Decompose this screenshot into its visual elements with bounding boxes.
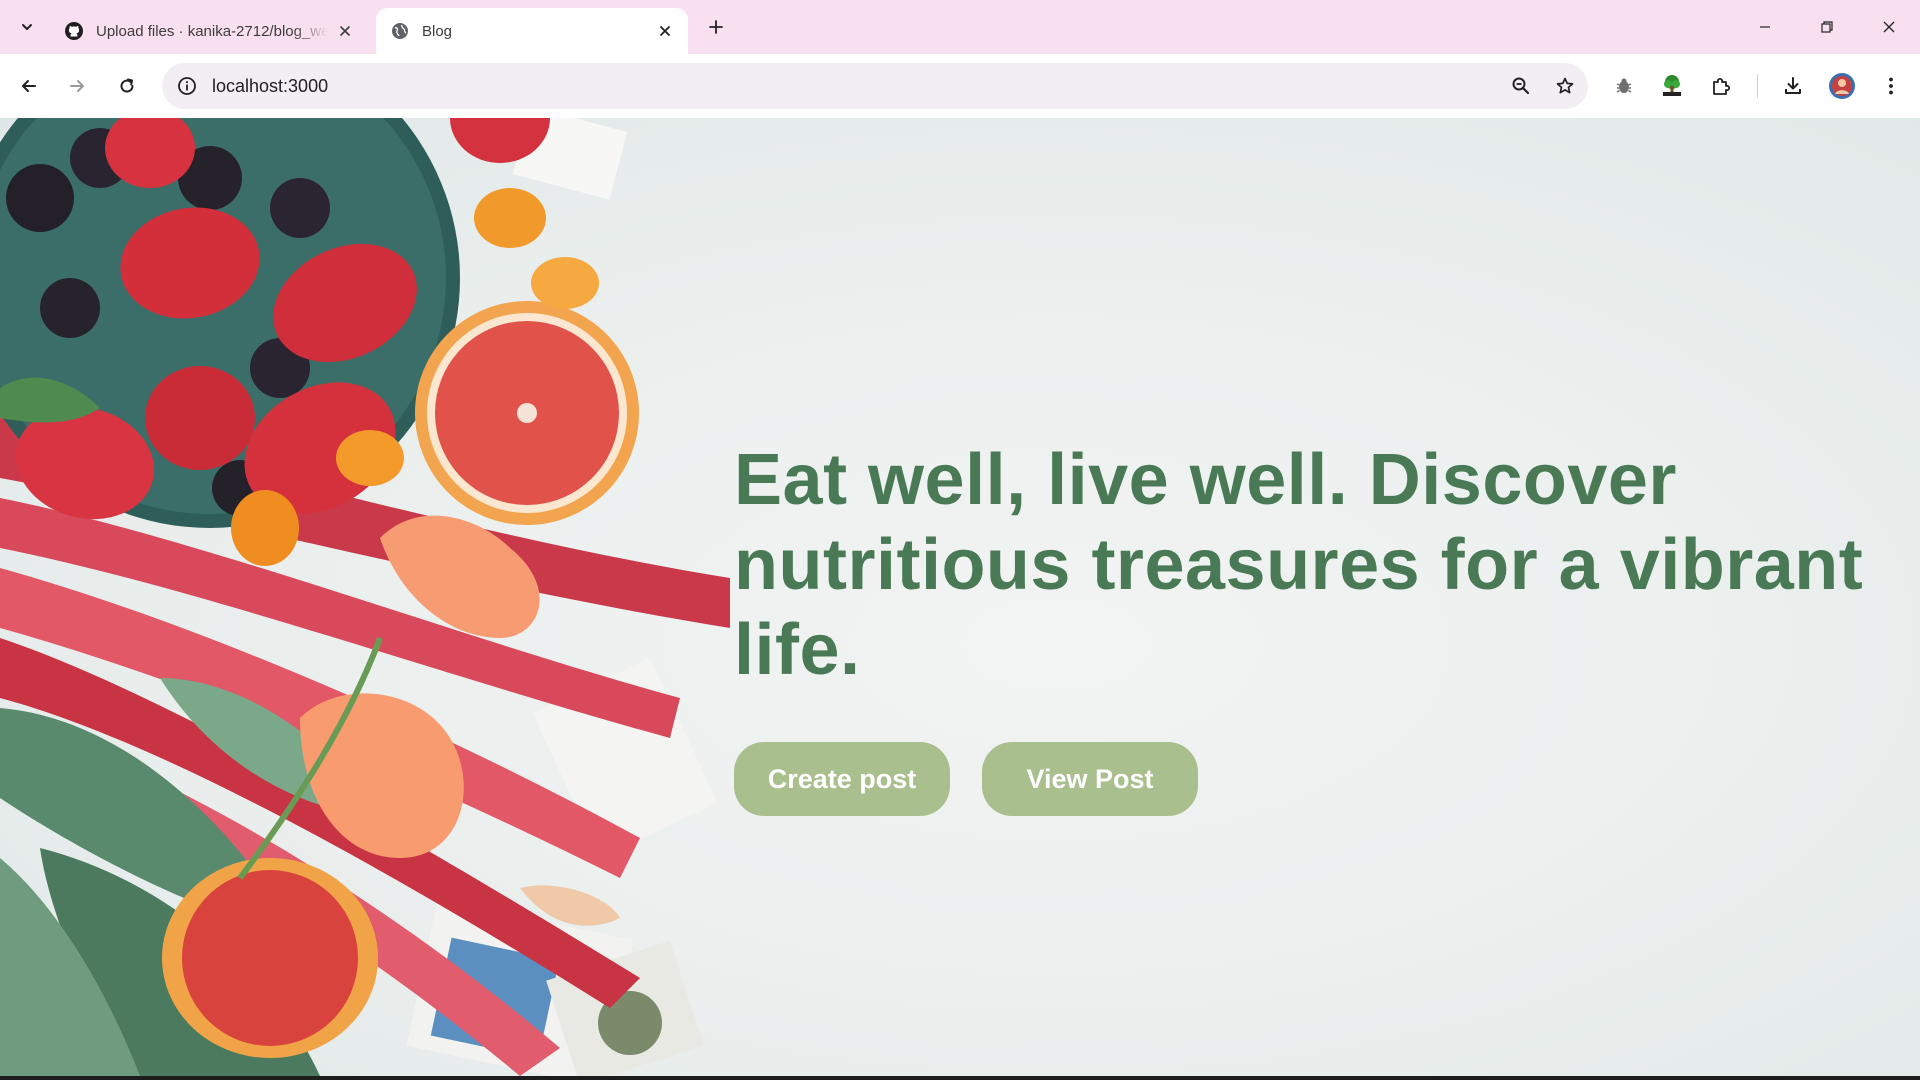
browser-menu-button[interactable] [1876,71,1906,101]
downloads-button[interactable] [1778,71,1808,101]
create-post-button[interactable]: Create post [734,742,950,816]
tab-search-button[interactable] [12,12,42,42]
tree-icon [1663,75,1681,96]
puzzle-icon [1713,78,1730,95]
url-text[interactable]: localhost:3000 [212,76,328,97]
extension-bug-button[interactable] [1609,71,1639,101]
tab-title: Upload files · kanika-2712/blog_website [96,22,328,40]
close-icon [340,26,350,36]
bug-icon [1616,78,1632,93]
new-tab-button[interactable] [702,13,730,41]
address-bar[interactable]: localhost:3000 [162,63,1588,109]
taskbar-edge [0,1076,1920,1080]
close-window-button[interactable] [1864,10,1914,44]
extension-tree-button[interactable] [1657,71,1687,101]
hero-section: Eat well, live well. Discover nutritious… [0,118,1920,1076]
minimize-icon [1760,26,1770,28]
github-icon [65,22,83,40]
info-icon [178,77,196,95]
reload-button[interactable] [110,69,144,103]
plus-icon [709,20,723,34]
toolbar-divider [1757,74,1758,98]
avatar [1829,73,1855,99]
restore-button[interactable] [1802,10,1852,44]
tab-title: Blog [422,22,453,40]
close-icon [1883,21,1895,33]
hero-headline: Eat well, live well. Discover nutritious… [734,440,1864,690]
browser-toolbar: localhost:3000 [0,54,1920,118]
star-icon [1556,77,1574,94]
close-tab-button[interactable] [336,22,354,40]
bookmark-button[interactable] [1550,71,1580,101]
more-vertical-icon [1889,77,1893,95]
fruit-flower-image [0,118,730,1076]
extensions-button[interactable] [1706,71,1736,101]
restore-icon [1821,21,1833,33]
globe-icon [392,23,408,39]
reload-icon [120,78,134,93]
back-button[interactable] [12,69,46,103]
close-icon [660,26,670,36]
minimize-button[interactable] [1740,10,1790,44]
tab-github[interactable]: Upload files · kanika-2712/blog_website [50,8,368,54]
tab-blog[interactable]: Blog [376,8,688,54]
view-post-button[interactable]: View Post [982,742,1198,816]
profile-button[interactable] [1827,71,1857,101]
arrow-left-icon [22,80,36,92]
tab-strip: Upload files · kanika-2712/blog_website … [0,0,1920,54]
site-info-button[interactable] [172,71,202,101]
close-tab-button[interactable] [656,22,674,40]
forward-button[interactable] [60,69,94,103]
zoom-button[interactable] [1506,71,1536,101]
zoom-out-icon [1512,77,1530,95]
arrow-right-icon [70,80,84,92]
download-icon [1785,77,1801,94]
chevron-down-icon [22,24,32,30]
